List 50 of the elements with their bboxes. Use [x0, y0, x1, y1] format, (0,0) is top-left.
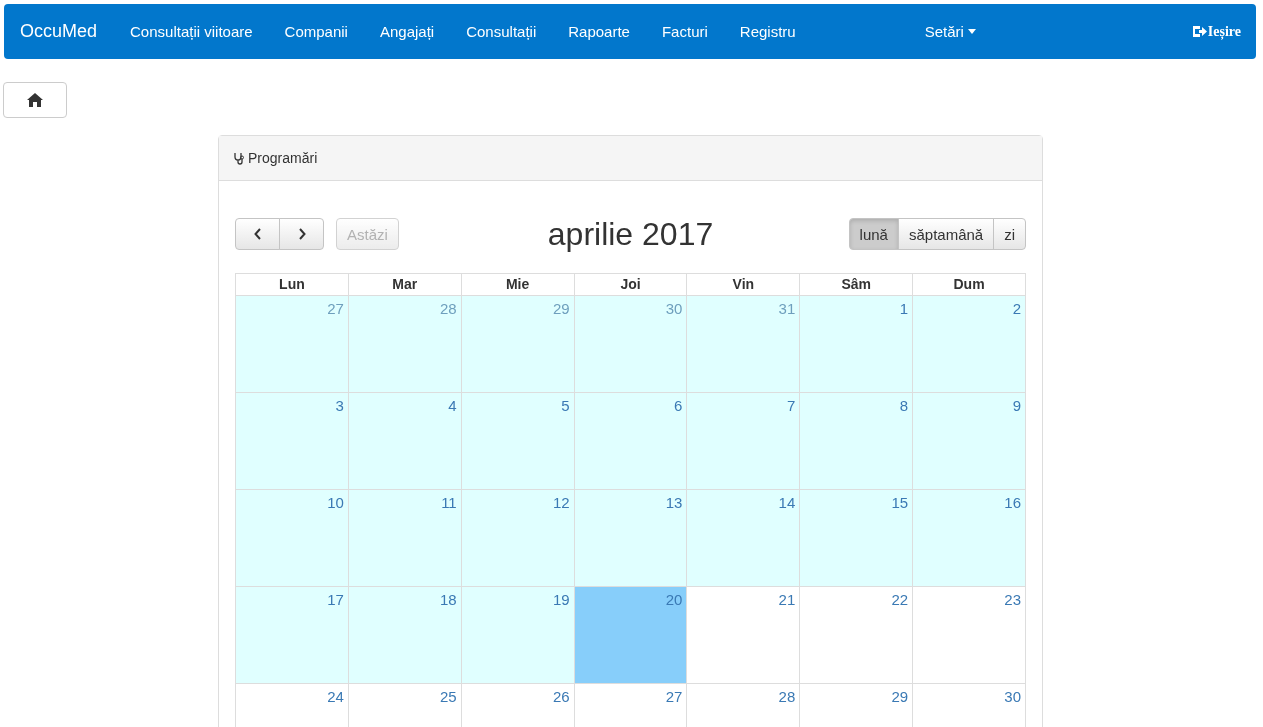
day-cell[interactable]: 29 [461, 296, 575, 393]
day-cell[interactable]: 4 [348, 393, 462, 490]
day-cell[interactable]: 10 [236, 490, 349, 587]
brand-link[interactable]: OccuMed [20, 21, 98, 42]
day-cell[interactable]: 7 [687, 393, 801, 490]
day-cell[interactable]: 12 [461, 490, 575, 587]
day-cell[interactable]: 8 [800, 393, 914, 490]
weekday-header: Mie [461, 273, 575, 296]
weekday-header: Dum [913, 273, 1026, 296]
day-cell[interactable]: 23 [913, 587, 1026, 684]
nav-link[interactable]: Registru [723, 23, 812, 40]
weekday-header: Mar [348, 273, 462, 296]
nav-link[interactable]: Consultații [450, 23, 553, 40]
view-tab[interactable]: lună [848, 218, 899, 250]
day-cell[interactable]: 2 [913, 296, 1026, 393]
logout-link[interactable]: Ieșire [1191, 23, 1241, 40]
view-tab[interactable]: săptamână [897, 218, 995, 250]
day-cell[interactable]: 30 [574, 296, 688, 393]
day-cell[interactable]: 21 [687, 587, 801, 684]
nav-link[interactable]: Companii [268, 23, 364, 40]
weekday-header: Joi [574, 273, 688, 296]
day-cell[interactable]: 31 [687, 296, 801, 393]
nav-link[interactable]: Rapoarte [552, 23, 646, 40]
day-cell[interactable]: 27 [236, 296, 349, 393]
day-cell[interactable]: 14 [687, 490, 801, 587]
weekday-header: Lun [236, 273, 349, 296]
weekday-header: Vin [687, 273, 801, 296]
nav-link[interactable]: Angajați [363, 23, 451, 40]
day-cell[interactable]: 20 [574, 587, 688, 684]
panel-title: Programări [248, 150, 318, 166]
day-cell[interactable]: 11 [348, 490, 462, 587]
day-cell[interactable]: 15 [800, 490, 914, 587]
day-cell[interactable]: 19 [461, 587, 575, 684]
day-cell[interactable]: 18 [348, 587, 462, 684]
weekday-header: Sâm [800, 273, 914, 296]
day-cell[interactable]: 17 [236, 587, 349, 684]
day-cell[interactable]: 6 [574, 393, 688, 490]
nav-link[interactable]: Facturi [645, 23, 724, 40]
day-cell[interactable]: 5 [461, 393, 575, 490]
day-cell[interactable]: 16 [913, 490, 1026, 587]
view-tab[interactable]: zi [993, 218, 1026, 250]
day-cell[interactable]: 13 [574, 490, 688, 587]
calendar-title: aprilie 2017 [547, 215, 714, 253]
day-cell[interactable]: 28 [348, 296, 462, 393]
day-cell[interactable]: 3 [236, 393, 349, 490]
day-cell[interactable]: 1 [800, 296, 914, 393]
nav-link[interactable]: Consultații viitoare [114, 23, 269, 40]
settings-dropdown[interactable]: Setări [908, 23, 992, 40]
day-cell[interactable]: 22 [800, 587, 914, 684]
day-cell[interactable]: 9 [913, 393, 1026, 490]
